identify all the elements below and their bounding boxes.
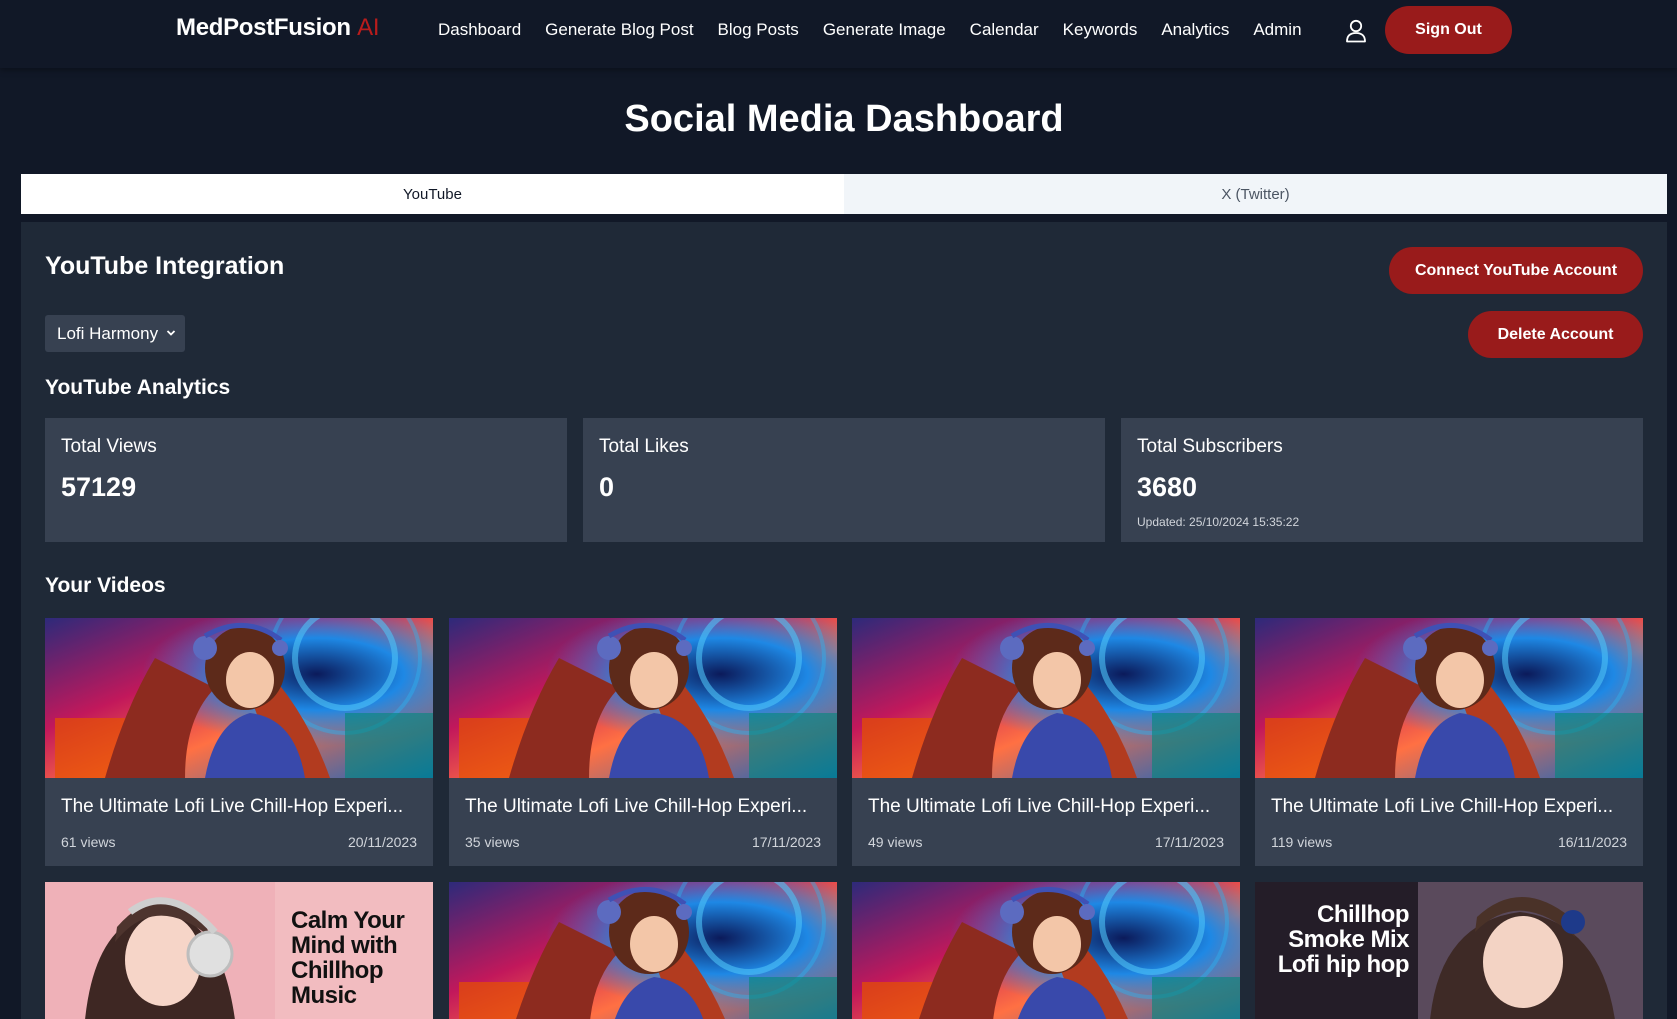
nav-link-analytics[interactable]: Analytics <box>1161 20 1229 40</box>
delete-account-button[interactable]: Delete Account <box>1468 311 1643 358</box>
video-views: 35 views <box>465 834 520 850</box>
chillhop-thumbnail-text: Chillhop Smoke Mix Lofi hip hop <box>1277 901 1410 978</box>
video-title: The Ultimate Lofi Live Chill-Hop Experi.… <box>465 796 808 817</box>
video-title: The Ultimate Lofi Live Chill-Hop Experi.… <box>1271 796 1614 817</box>
account-select-value: Lofi Harmony <box>57 323 159 343</box>
stat-label: Total Views <box>61 436 157 457</box>
stat-card-likes: Total Likes 0 <box>583 418 1105 542</box>
video-card[interactable]: The Ultimate Lofi Live Chill-Hop Experi.… <box>45 618 433 866</box>
nav-link-calendar[interactable]: Calendar <box>970 20 1039 40</box>
video-title: The Ultimate Lofi Live Chill-Hop Experi.… <box>61 796 404 817</box>
chevron-down-icon <box>166 330 176 336</box>
video-date: 17/11/2023 <box>1154 834 1224 850</box>
video-views: 119 views <box>1271 834 1333 850</box>
video-thumbnail <box>45 618 433 778</box>
integration-title: YouTube Integration <box>45 252 285 280</box>
video-thumbnail <box>852 618 1240 778</box>
nav-link-keywords[interactable]: Keywords <box>1063 20 1138 40</box>
nav-link-blog-posts[interactable]: Blog Posts <box>718 20 799 40</box>
video-card[interactable]: The Ultimate Lofi Live Chill-Hop Experi.… <box>1255 618 1643 866</box>
stat-value: 57129 <box>61 472 137 502</box>
video-thumbnail <box>449 618 837 778</box>
video-thumbnail-calm[interactable]: Calm Your Mind with Chillhop Music <box>45 882 433 1019</box>
youtube-panel: YouTube Integration Connect YouTube Acco… <box>21 222 1667 1019</box>
brand-suffix: AI <box>357 14 380 41</box>
sign-out-button[interactable]: Sign Out <box>1385 6 1512 54</box>
brand-logo[interactable]: MedPostFusion AI <box>176 14 380 42</box>
video-card[interactable]: The Ultimate Lofi Live Chill-Hop Experi.… <box>852 618 1240 866</box>
calm-thumbnail-text: Calm Your Mind with Chillhop Music <box>291 907 405 1009</box>
analytics-title: YouTube Analytics <box>45 376 231 399</box>
nav-link-generate-blog-post[interactable]: Generate Blog Post <box>545 20 693 40</box>
videos-title: Your Videos <box>45 574 166 597</box>
user-icon[interactable] <box>1345 19 1367 43</box>
stat-card-views: Total Views 57129 <box>45 418 567 542</box>
video-date: 17/11/2023 <box>751 834 821 850</box>
nav-link-admin[interactable]: Admin <box>1253 20 1301 40</box>
account-select[interactable]: Lofi Harmony <box>45 315 185 352</box>
tab-x-twitter[interactable]: X (Twitter) <box>844 174 1667 214</box>
tab-youtube[interactable]: YouTube <box>21 174 844 214</box>
nav-link-generate-image[interactable]: Generate Image <box>823 20 946 40</box>
brand-name: MedPostFusion <box>176 14 351 41</box>
video-date: 20/11/2023 <box>347 834 417 850</box>
stat-label: Total Subscribers <box>1137 436 1283 457</box>
video-views: 61 views <box>61 834 116 850</box>
video-views: 49 views <box>868 834 923 850</box>
stat-value: 0 <box>599 472 615 502</box>
nav-links: Dashboard Generate Blog Post Blog Posts … <box>438 20 1302 40</box>
platform-tabs: YouTube X (Twitter) <box>21 174 1667 214</box>
top-navbar: MedPostFusion AI Dashboard Generate Blog… <box>0 0 1677 68</box>
video-date: 16/11/2023 <box>1557 834 1627 850</box>
video-thumbnail-chillhop[interactable]: Chillhop Smoke Mix Lofi hip hop <box>1255 882 1643 1019</box>
stat-card-subscribers: Total Subscribers 3680 Updated: 25/10/20… <box>1121 418 1643 542</box>
stat-value: 3680 <box>1137 472 1198 502</box>
updated-timestamp: Updated: 25/10/2024 15:35:22 <box>1137 515 1300 529</box>
video-thumbnail[interactable] <box>852 882 1240 1019</box>
video-title: The Ultimate Lofi Live Chill-Hop Experi.… <box>868 796 1211 817</box>
stat-label: Total Likes <box>599 436 689 457</box>
connect-youtube-button[interactable]: Connect YouTube Account <box>1389 247 1643 294</box>
video-thumbnail <box>1255 618 1643 778</box>
nav-link-dashboard[interactable]: Dashboard <box>438 20 521 40</box>
video-thumbnail[interactable] <box>449 882 837 1019</box>
video-card[interactable]: The Ultimate Lofi Live Chill-Hop Experi.… <box>449 618 837 866</box>
page-title: Social Media Dashboard <box>624 98 1064 140</box>
